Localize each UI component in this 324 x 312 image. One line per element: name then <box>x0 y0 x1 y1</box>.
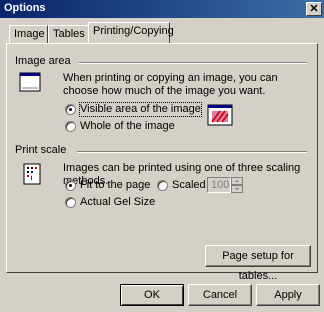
image-area-description: When printing or copying an image, you c… <box>63 72 278 97</box>
radio-actual-gel-size-label[interactable]: Actual Gel Size <box>80 196 155 209</box>
ok-button-label: OK <box>144 289 160 301</box>
visible-area-preview-icon <box>207 104 233 126</box>
cancel-button-label: Cancel <box>202 289 238 301</box>
radio-actual-gel-size[interactable] <box>65 197 76 208</box>
print-scale-icon <box>23 163 41 185</box>
tab-printing-copying-label: Printing/Copying <box>93 25 174 37</box>
title-bar: Options ✕ <box>0 0 324 18</box>
radio-visible-area[interactable] <box>65 104 76 115</box>
radio-scaled-label[interactable]: Scaled <box>172 179 206 192</box>
tab-image-label: Image <box>14 28 45 40</box>
tab-panel: Image area When printing or copying an i… <box>6 43 318 282</box>
tab-tables-label: Tables <box>53 28 85 40</box>
apply-button-label: Apply <box>274 289 302 301</box>
image-area-heading: Image area <box>15 55 71 67</box>
close-button[interactable]: ✕ <box>306 2 322 16</box>
image-area-icon <box>19 72 41 92</box>
scaled-percent-input[interactable]: 100 <box>207 177 231 193</box>
image-area-divider <box>79 62 307 64</box>
apply-button[interactable]: Apply <box>256 284 320 306</box>
radio-whole-image-label[interactable]: Whole of the image <box>80 120 175 133</box>
print-scale-heading: Print scale <box>15 144 67 156</box>
page-setup-button-label: Page setup for tables... <box>222 250 294 282</box>
radio-scaled[interactable] <box>157 180 168 191</box>
page-setup-button[interactable]: Page setup for tables... <box>205 245 311 282</box>
tab-image[interactable]: Image <box>9 25 48 43</box>
cancel-button[interactable]: Cancel <box>188 284 252 306</box>
ok-button[interactable]: OK <box>120 284 184 306</box>
radio-fit-to-page[interactable] <box>65 180 76 191</box>
close-icon: ✕ <box>309 3 319 15</box>
radio-whole-image[interactable] <box>65 121 76 132</box>
radio-fit-to-page-label[interactable]: Fit to the page <box>80 179 150 192</box>
tab-printing-copying[interactable]: Printing/Copying <box>88 22 174 43</box>
scaled-percent-value: 100 <box>211 179 230 191</box>
scaled-spinner-buttons[interactable] <box>231 177 243 193</box>
tab-tables[interactable]: Tables <box>48 25 90 43</box>
print-scale-divider <box>77 151 307 153</box>
window-title: Options <box>4 2 46 14</box>
radio-visible-area-label[interactable]: Visible area of the image <box>79 102 202 117</box>
